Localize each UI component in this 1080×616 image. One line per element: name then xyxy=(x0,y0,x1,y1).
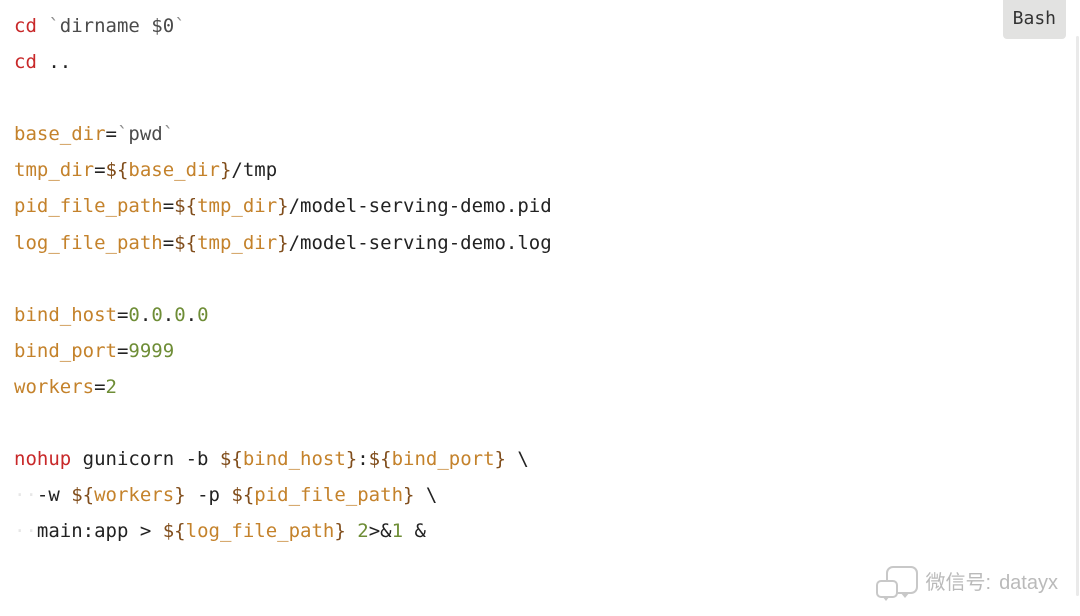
code-token: = xyxy=(163,195,174,217)
code-token: } xyxy=(334,520,345,542)
code-token xyxy=(346,520,357,542)
code-token: 0 xyxy=(151,304,162,326)
code-token: nohup xyxy=(14,448,71,470)
code-line: ··main:app > ${log_file_path} 2>&1 & xyxy=(14,513,1066,549)
code-token: /model-serving-demo.pid xyxy=(289,195,552,217)
code-token: ·· xyxy=(14,484,37,506)
code-token: ` xyxy=(48,15,59,37)
code-token: bind_port xyxy=(14,340,117,362)
code-token: /tmp xyxy=(231,159,277,181)
code-token: ${ xyxy=(71,484,94,506)
code-token: 0 xyxy=(174,304,185,326)
code-token: bind_host xyxy=(14,304,117,326)
code-token: = xyxy=(106,123,117,145)
code-token: ${ xyxy=(174,195,197,217)
code-token: ${ xyxy=(106,159,129,181)
code-line xyxy=(14,405,1066,441)
code-line xyxy=(14,80,1066,116)
code-line: log_file_path=${tmp_dir}/model-serving-d… xyxy=(14,225,1066,261)
code-token: = xyxy=(117,340,128,362)
code-token: : xyxy=(357,448,368,470)
code-line: tmp_dir=${base_dir}/tmp xyxy=(14,152,1066,188)
code-token: /model-serving-demo.log xyxy=(289,232,552,254)
code-token: log_file_path xyxy=(186,520,335,542)
code-line: base_dir=`pwd` xyxy=(14,116,1066,152)
code-line: pid_file_path=${tmp_dir}/model-serving-d… xyxy=(14,188,1066,224)
code-line: ··-w ${workers} -p ${pid_file_path} \ xyxy=(14,477,1066,513)
code-token xyxy=(37,15,48,37)
code-token: -w xyxy=(37,484,71,506)
code-token: } xyxy=(220,159,231,181)
code-line: cd `dirname $0` xyxy=(14,8,1066,44)
code-token: ${ xyxy=(369,448,392,470)
code-token: bind_host xyxy=(243,448,346,470)
code-token: workers xyxy=(94,484,174,506)
code-token: = xyxy=(94,376,105,398)
code-token: . xyxy=(163,304,174,326)
code-token: gunicorn -b xyxy=(71,448,220,470)
code-line xyxy=(14,261,1066,297)
code-token: } xyxy=(174,484,185,506)
watermark-label: 微信号: xyxy=(926,564,992,602)
code-token: ${ xyxy=(231,484,254,506)
code-token: \ xyxy=(414,484,437,506)
code-token: ` xyxy=(163,123,174,145)
code-token: 2 xyxy=(106,376,117,398)
code-token: } xyxy=(403,484,414,506)
code-token: } xyxy=(277,232,288,254)
code-token: } xyxy=(495,448,506,470)
code-token: } xyxy=(277,195,288,217)
code-token: tmp_dir xyxy=(197,195,277,217)
code-line: workers=2 xyxy=(14,369,1066,405)
code-token: pwd xyxy=(128,123,162,145)
watermark: 微信号: datayx xyxy=(876,564,1059,602)
code-token: ·· xyxy=(14,520,37,542)
code-line: bind_host=0.0.0.0 xyxy=(14,297,1066,333)
code-token: = xyxy=(94,159,105,181)
code-token: base_dir xyxy=(14,123,106,145)
code-token: -p xyxy=(186,484,232,506)
code-token: tmp_dir xyxy=(14,159,94,181)
code-block: cd `dirname $0`cd .. base_dir=`pwd`tmp_d… xyxy=(0,0,1080,557)
code-token: ${ xyxy=(220,448,243,470)
code-token: . xyxy=(140,304,151,326)
code-token: >& xyxy=(369,520,392,542)
code-token: 1 xyxy=(392,520,403,542)
code-token: ` xyxy=(117,123,128,145)
code-token: & xyxy=(403,520,426,542)
code-token: \ xyxy=(506,448,529,470)
code-token: } xyxy=(346,448,357,470)
code-token: ${ xyxy=(163,520,186,542)
code-token: base_dir xyxy=(128,159,220,181)
code-line: bind_port=9999 xyxy=(14,333,1066,369)
code-token: bind_port xyxy=(392,448,495,470)
code-token: = xyxy=(163,232,174,254)
code-token: main:app > xyxy=(37,520,163,542)
code-token: 9999 xyxy=(128,340,174,362)
wechat-icon xyxy=(876,566,918,600)
code-token: = xyxy=(117,304,128,326)
code-token: log_file_path xyxy=(14,232,163,254)
code-line: nohup gunicorn -b ${bind_host}:${bind_po… xyxy=(14,441,1066,477)
code-line: cd .. xyxy=(14,44,1066,80)
code-token: 0 xyxy=(197,304,208,326)
code-token: ` xyxy=(174,15,185,37)
code-token: 2 xyxy=(357,520,368,542)
code-token: workers xyxy=(14,376,94,398)
code-token: dirname $0 xyxy=(60,15,174,37)
code-token: .. xyxy=(37,51,71,73)
code-token: ${ xyxy=(174,232,197,254)
code-token: tmp_dir xyxy=(197,232,277,254)
code-token: . xyxy=(186,304,197,326)
watermark-value: datayx xyxy=(999,564,1058,602)
code-token: cd xyxy=(14,15,37,37)
code-token: 0 xyxy=(128,304,139,326)
code-token: cd xyxy=(14,51,37,73)
code-token: pid_file_path xyxy=(14,195,163,217)
code-token: pid_file_path xyxy=(254,484,403,506)
